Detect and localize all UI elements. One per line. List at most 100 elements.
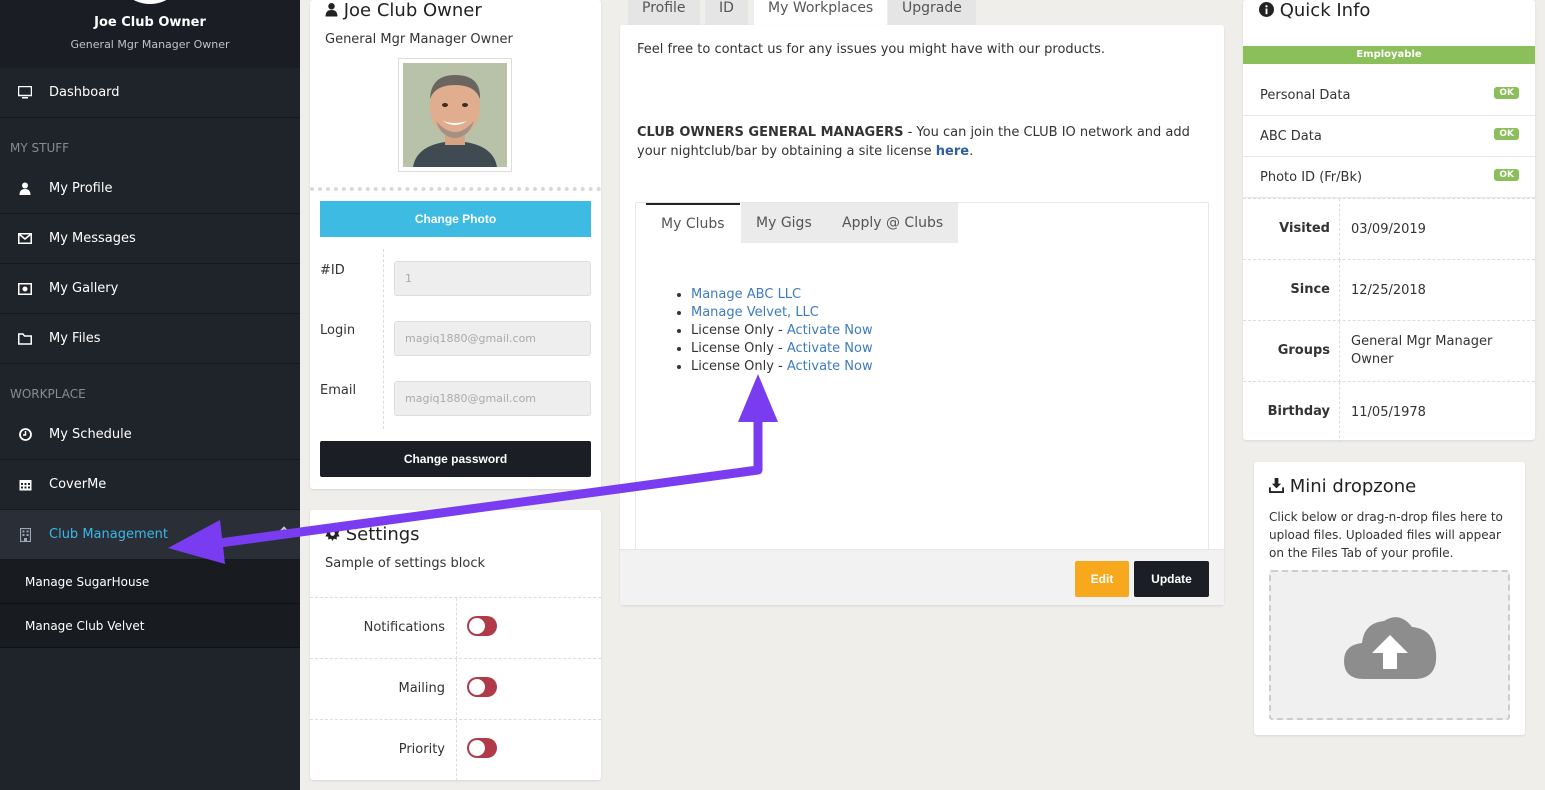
groups-value: General Mgr Manager Owner (1351, 334, 1493, 367)
sidebar-item-my-files[interactable]: My Files (0, 314, 300, 364)
user-icon (18, 182, 32, 196)
file-dropzone[interactable] (1269, 570, 1510, 720)
email-field[interactable] (394, 381, 591, 416)
visited-value: 03/09/2019 (1351, 222, 1426, 237)
login-field[interactable] (394, 321, 591, 356)
divider (310, 187, 601, 191)
manage-abc-link[interactable]: Manage ABC LLC (691, 287, 801, 302)
tab-my-clubs[interactable]: My Clubs (646, 203, 740, 243)
license-only-text: License Only - (691, 323, 787, 338)
sidebar-item-my-messages[interactable]: My Messages (0, 214, 300, 264)
activate-now-link[interactable]: Activate Now (787, 359, 873, 374)
sidebar-subitem-manage-club-velvet[interactable]: Manage Club Velvet (0, 604, 300, 648)
profile-name: Joe Club Owner (343, 0, 482, 21)
chevron-up-icon[interactable] (278, 526, 290, 538)
update-button[interactable]: Update (1134, 561, 1209, 597)
sidebar-item-label: Club Management (49, 527, 168, 542)
check-label: ABC Data (1260, 129, 1322, 144)
calendar-icon (18, 478, 32, 492)
id-label: #ID (320, 263, 345, 278)
settings-label: Priority (398, 742, 445, 757)
visited-label: Visited (1279, 221, 1330, 236)
tab-profile[interactable]: Profile (628, 0, 700, 25)
priority-toggle[interactable] (467, 738, 497, 758)
dropzone-description: Click below or drag-n-drop files here to… (1269, 510, 1503, 560)
settings-subtitle: Sample of settings block (325, 556, 486, 571)
period: . (969, 144, 974, 159)
divider (1339, 382, 1340, 443)
ok-badge: OK (1494, 87, 1519, 99)
login-label: Login (320, 323, 356, 338)
edit-button[interactable]: Edit (1075, 561, 1129, 597)
toggle-knob (469, 679, 485, 695)
activate-now-link[interactable]: Activate Now (787, 323, 873, 338)
since-value: 12/25/2018 (1351, 283, 1426, 298)
gallery-icon (18, 282, 32, 296)
tab-id[interactable]: ID (705, 0, 748, 25)
sidebar-item-coverme[interactable]: CoverMe (0, 460, 300, 510)
sidebar-item-club-management[interactable]: Club Management (0, 510, 300, 560)
profile-photo-image (403, 63, 507, 167)
settings-row-notifications: Notifications (310, 597, 601, 659)
mailing-toggle[interactable] (467, 677, 497, 697)
check-row-personal-data: Personal Data OK (1243, 75, 1535, 116)
settings-label: Mailing (398, 681, 445, 696)
birthday-label: Birthday (1267, 404, 1330, 419)
activate-now-link[interactable]: Activate Now (787, 341, 873, 356)
email-label: Email (320, 383, 357, 398)
license-only-text: License Only - (691, 341, 787, 356)
sidebar-item-label: My Gallery (49, 281, 119, 296)
sidebar-item-label: My Files (49, 331, 101, 346)
toggle-knob (469, 618, 485, 634)
toggle-knob (469, 740, 485, 756)
profile-role: General Mgr Manager Owner (325, 32, 513, 47)
sidebar-item-dashboard[interactable]: Dashboard (0, 68, 300, 118)
sidebar-user-header: Joe Club Owner General Mgr Manager Owner (0, 0, 300, 68)
sidebar-item-my-schedule[interactable]: My Schedule (0, 410, 300, 460)
divider (1339, 199, 1340, 260)
sidebar-section-my-stuff: MY STUFF (10, 141, 70, 155)
info-row-birthday: Birthday 11/05/1978 (1243, 381, 1535, 443)
change-password-button[interactable]: Change password (320, 441, 591, 477)
gear-icon (325, 526, 340, 541)
info-row-visited: Visited 03/09/2019 (1243, 198, 1535, 260)
profile-photo (398, 58, 512, 172)
tab-my-workplaces[interactable]: My Workplaces (754, 0, 888, 25)
tab-my-gigs[interactable]: My Gigs (741, 203, 827, 243)
settings-title-text: Settings (345, 524, 420, 545)
info-row-groups: Groups General Mgr Manager Owner (1243, 320, 1535, 382)
avatar[interactable] (115, 0, 185, 4)
club-owners-text: CLUB OWNERS GENERAL MANAGERS - You can j… (637, 123, 1197, 161)
list-item: License Only - Activate Now (691, 358, 873, 376)
sidebar-user-name: Joe Club Owner (94, 15, 206, 30)
profile-card: Joe Club Owner General Mgr Manager Owner… (310, 0, 601, 489)
list-item: License Only - Activate Now (691, 322, 873, 340)
sidebar-item-label: Dashboard (49, 85, 120, 100)
check-row-photo-id: Photo ID (Fr/Bk) OK (1243, 157, 1535, 198)
user-icon (325, 3, 338, 17)
info-row-since: Since 12/25/2018 (1243, 259, 1535, 321)
change-photo-button[interactable]: Change Photo (320, 201, 591, 237)
sidebar-item-label: CoverMe (49, 477, 107, 492)
notifications-toggle[interactable] (467, 616, 497, 636)
dropzone-title: Mini dropzone (1269, 476, 1416, 497)
sidebar-item-my-profile[interactable]: My Profile (0, 164, 300, 214)
id-field[interactable] (394, 261, 591, 296)
sidebar-item-label: My Profile (49, 181, 113, 196)
manage-velvet-link[interactable]: Manage Velvet, LLC (691, 305, 819, 320)
clock-icon (18, 428, 32, 442)
sidebar-user-role: General Mgr Manager Owner (70, 38, 230, 51)
sidebar-item-my-gallery[interactable]: My Gallery (0, 264, 300, 314)
status-badge: Employable (1243, 46, 1535, 64)
quick-info-title-text: Quick Info (1279, 0, 1371, 21)
check-row-abc-data: ABC Data OK (1243, 116, 1535, 157)
panel-footer: Edit Update (620, 549, 1224, 605)
settings-row-priority: Priority (310, 719, 601, 781)
divider (1339, 260, 1340, 321)
sidebar-subitem-manage-sugarhouse[interactable]: Manage SugarHouse (0, 560, 300, 604)
intro-text: Feel free to contact us for any issues y… (637, 42, 1106, 57)
tab-upgrade[interactable]: Upgrade (888, 0, 976, 25)
here-link[interactable]: here (936, 144, 969, 159)
tab-apply-clubs[interactable]: Apply @ Clubs (827, 203, 959, 243)
clubs-tab-panel: My Clubs My Gigs Apply @ Clubs Manage AB… (635, 202, 1209, 558)
